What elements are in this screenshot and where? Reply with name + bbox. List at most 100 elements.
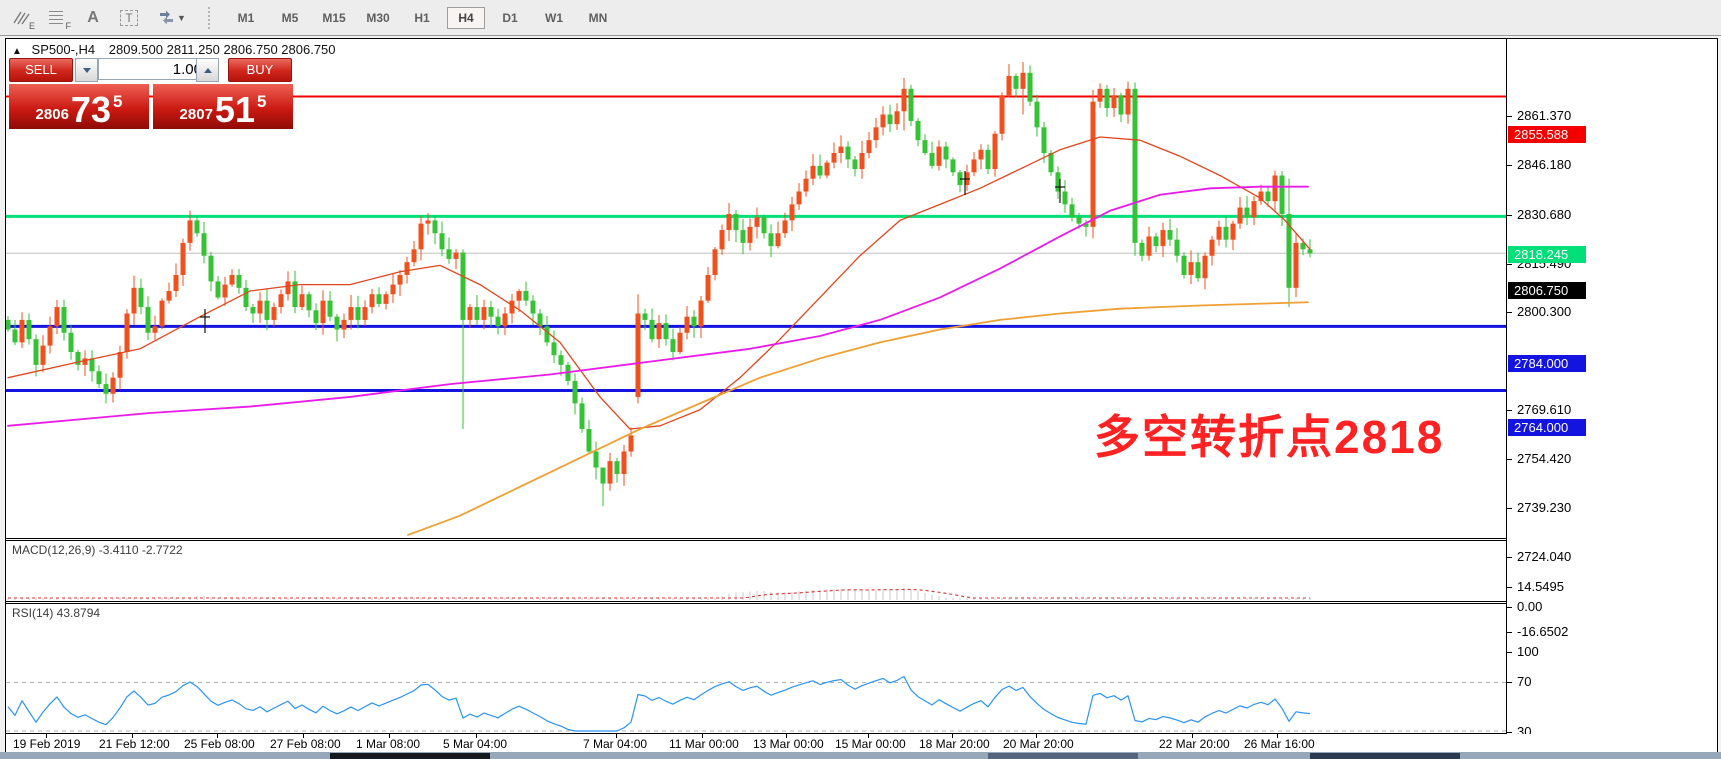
ma-fast-line	[8, 137, 1310, 429]
arrange-tool-button[interactable]: ▼	[150, 5, 194, 31]
price-tick-label: -16.6502	[1517, 624, 1568, 639]
bid-price-integer: 2806	[36, 106, 69, 123]
ask-price-main: 51	[215, 94, 255, 126]
textbox-tool-icon: T	[120, 10, 137, 26]
ask-price-panel[interactable]: 2807 51 5	[153, 84, 293, 129]
price-badge: 2855.588	[1508, 126, 1586, 143]
axis-tick-mark	[1507, 557, 1512, 558]
one-click-trading-widget: SELL BUY 2806 73 5 2807 51	[9, 58, 293, 126]
bid-price-panel[interactable]: 2806 73 5	[9, 84, 149, 129]
price-axis[interactable]: 2861.3702846.1802830.6802815.4902800.300…	[1507, 39, 1716, 734]
price-tick-label: 2861.370	[1517, 108, 1571, 123]
ask-price-integer: 2807	[180, 106, 213, 123]
date-tick-label: 20 Mar 20:00	[1003, 737, 1074, 751]
timeframe-button-h4[interactable]: H4	[447, 7, 485, 29]
axis-tick-mark	[1507, 732, 1512, 733]
timeframe-button-m30[interactable]: M30	[359, 7, 397, 29]
timeframe-button-d1[interactable]: D1	[491, 7, 529, 29]
sell-button[interactable]: SELL	[9, 58, 73, 82]
date-tick-label: 25 Feb 08:00	[184, 737, 255, 751]
grid-tool-sub: F	[66, 21, 72, 31]
axis-tick-mark	[1507, 410, 1512, 411]
mt4-terminal: E F A T ▼ M1 M5 M15 M30 H1 H4 D1 W1 MN	[0, 0, 1721, 759]
axis-tick-mark	[1507, 165, 1512, 166]
volume-input[interactable]	[98, 58, 209, 80]
rsi-line	[8, 677, 1310, 731]
date-tick-label: 27 Feb 08:00	[270, 737, 341, 751]
price-tick-label: 2724.040	[1517, 549, 1571, 564]
text-tool-button[interactable]: A	[78, 5, 108, 31]
date-tick-label: 22 Mar 20:00	[1159, 737, 1230, 751]
date-tick-label: 5 Mar 04:00	[443, 737, 507, 751]
timeframe-button-m15[interactable]: M15	[315, 7, 353, 29]
axis-tick-mark	[1507, 682, 1512, 683]
bottom-window-strip	[0, 752, 1721, 759]
drawing-tool-button[interactable]: E	[6, 5, 36, 31]
rsi-indicator-label: RSI(14) 43.8794	[12, 606, 100, 620]
panel-separator[interactable]	[6, 538, 1506, 541]
price-tick-label: 2800.300	[1517, 304, 1571, 319]
macd-indicator-label: MACD(12,26,9) -3.4110 -2.7722	[12, 543, 183, 557]
axis-tick-mark	[1507, 587, 1512, 588]
strip-segment	[988, 753, 1138, 759]
price-tick-label: 100	[1517, 644, 1539, 659]
price-badge: 2806.750	[1508, 282, 1586, 299]
axis-tick-mark	[1507, 312, 1512, 313]
axis-tick-mark	[1507, 264, 1512, 265]
price-badge: 2818.245	[1508, 246, 1586, 263]
price-badge: 2784.000	[1508, 355, 1586, 372]
axis-tick-mark	[1507, 508, 1512, 509]
axis-tick-mark	[1507, 652, 1512, 653]
axis-tick-mark	[1507, 607, 1512, 608]
axis-tick-mark	[1507, 116, 1512, 117]
symbol-period-label: SP500-,H4	[32, 42, 96, 57]
ohlc-values: 2809.500 2811.250 2806.750 2806.750	[109, 42, 336, 57]
date-tick-label: 18 Mar 20:00	[919, 737, 990, 751]
date-tick-label: 13 Mar 00:00	[753, 737, 824, 751]
buy-button[interactable]: BUY	[228, 58, 292, 82]
price-badge: 2764.000	[1508, 419, 1586, 436]
macd-panel[interactable]	[6, 542, 1506, 600]
text-tool-icon: A	[87, 9, 99, 27]
date-axis[interactable]: 19 Feb 201921 Feb 12:0025 Feb 08:0027 Fe…	[6, 734, 1717, 751]
timeframe-button-mn[interactable]: MN	[579, 7, 617, 29]
toolbar-grip[interactable]	[208, 7, 216, 29]
price-tick-label: 2830.680	[1517, 207, 1571, 222]
bid-price-pip: 5	[113, 92, 122, 112]
grid-tool-button[interactable]: F	[42, 5, 72, 31]
textbox-tool-button[interactable]: T	[114, 5, 144, 31]
panel-separator[interactable]	[6, 601, 1506, 604]
collapse-triangle-icon[interactable]: ▲	[12, 46, 22, 57]
macd-signal-line	[8, 589, 1310, 598]
date-tick-label: 7 Mar 04:00	[583, 737, 647, 751]
toolbar: E F A T ▼ M1 M5 M15 M30 H1 H4 D1 W1 MN	[0, 0, 1721, 36]
chart-title: ▲ SP500-,H4 2809.500 2811.250 2806.750 2…	[12, 42, 336, 57]
axis-tick-mark	[1507, 215, 1512, 216]
rsi-panel[interactable]	[6, 605, 1506, 733]
ask-price-pip: 5	[257, 92, 266, 112]
arrow-down-icon	[83, 68, 91, 73]
volume-increase-button[interactable]	[196, 58, 219, 82]
price-tick-label: 2769.610	[1517, 402, 1571, 417]
timeframe-button-m1[interactable]: M1	[227, 7, 265, 29]
chevron-down-icon: ▼	[177, 13, 186, 23]
volume-decrease-button[interactable]	[75, 58, 98, 82]
bid-price-main: 73	[71, 94, 111, 126]
date-tick-label: 26 Mar 16:00	[1244, 737, 1315, 751]
timeframe-button-m5[interactable]: M5	[271, 7, 309, 29]
strip-segment	[330, 753, 490, 759]
arrange-arrows-icon	[158, 10, 175, 25]
drawing-tool-sub: E	[29, 21, 35, 31]
price-tick-label: 2846.180	[1517, 157, 1571, 172]
price-tick-label: 70	[1517, 674, 1531, 689]
timeframe-button-h1[interactable]: H1	[403, 7, 441, 29]
date-tick-label: 11 Mar 00:00	[669, 737, 739, 751]
price-tick-label: 2754.420	[1517, 451, 1571, 466]
timeframe-button-w1[interactable]: W1	[535, 7, 573, 29]
axis-tick-mark	[1507, 459, 1512, 460]
chart-annotation-text: 多空转折点2818	[1094, 401, 1444, 467]
axis-tick-mark	[1507, 632, 1512, 633]
strip-segment	[1310, 753, 1460, 759]
price-tick-label: 14.5495	[1517, 579, 1564, 594]
date-tick-label: 1 Mar 08:00	[356, 737, 420, 751]
